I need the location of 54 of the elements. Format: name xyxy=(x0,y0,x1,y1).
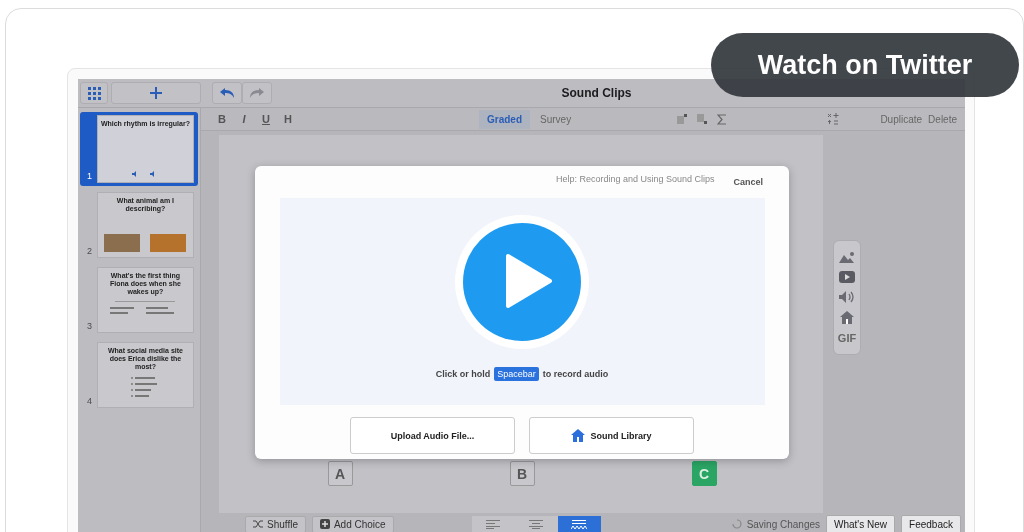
undo-button[interactable] xyxy=(212,82,242,104)
spinner-icon xyxy=(731,519,742,529)
add-choice-button[interactable]: Add Choice xyxy=(311,515,394,532)
image-icon[interactable] xyxy=(839,251,855,263)
sigma-icon[interactable] xyxy=(717,113,728,125)
heading-button[interactable]: H xyxy=(277,113,299,125)
cancel-button[interactable]: Cancel xyxy=(733,174,763,190)
slide-number: 1 xyxy=(85,171,93,183)
watch-on-twitter-button[interactable]: Watch on Twitter xyxy=(711,33,1019,97)
grid-menu-icon[interactable] xyxy=(87,86,101,100)
underline-button[interactable]: U xyxy=(255,113,277,125)
shuffle-button[interactable]: Shuffle xyxy=(245,515,306,532)
help-link[interactable]: Help: Recording and Using Sound Clips xyxy=(555,174,715,190)
prompt-text: Click or hold xyxy=(435,369,491,379)
bold-button[interactable]: B xyxy=(211,113,233,125)
slide-number: 3 xyxy=(85,321,93,333)
spacebar-key: Spacebar xyxy=(494,367,539,381)
grid-button[interactable] xyxy=(80,82,108,104)
block-bottom-icon[interactable] xyxy=(697,114,708,124)
prompt-text: to record audio xyxy=(542,369,609,379)
footer-button[interactable]: What's New xyxy=(826,514,896,532)
choice-label[interactable]: B xyxy=(509,461,535,486)
gif-button[interactable]: GIF xyxy=(837,332,857,344)
redo-button[interactable] xyxy=(242,82,272,104)
speaker-icon[interactable] xyxy=(839,291,855,303)
play-button-icon[interactable] xyxy=(454,214,590,350)
block-top-icon[interactable] xyxy=(677,114,688,124)
align-left-icon xyxy=(486,519,501,529)
undo-icon[interactable] xyxy=(220,88,234,98)
photo-placeholder xyxy=(104,234,141,252)
shuffle-icon xyxy=(253,520,263,528)
add-slide-button[interactable] xyxy=(111,82,201,104)
photo-placeholder xyxy=(150,234,187,252)
house-icon[interactable] xyxy=(840,311,854,324)
choice-label[interactable]: A xyxy=(327,461,353,486)
grid-layout-icon xyxy=(571,519,588,529)
slide-number: 4 xyxy=(85,396,93,408)
answer-line xyxy=(115,301,176,302)
footer-button[interactable]: Feedback xyxy=(901,514,961,532)
upload-audio-button[interactable]: Upload Audio File... xyxy=(350,417,515,454)
record-area[interactable]: Click or hold Spacebar to record audio xyxy=(279,198,765,405)
align-center-icon xyxy=(529,519,544,529)
slide-number: 2 xyxy=(85,246,93,258)
redo-icon[interactable] xyxy=(250,88,264,98)
math-operators-icon[interactable] xyxy=(827,113,840,125)
house-icon[interactable] xyxy=(571,429,586,442)
video-icon[interactable] xyxy=(839,271,855,283)
italic-button[interactable]: I xyxy=(233,113,255,125)
add-icon[interactable] xyxy=(150,87,162,99)
add-icon xyxy=(319,519,330,529)
saving-status: Saving Changes xyxy=(746,518,821,530)
app-title: Sound Clips xyxy=(560,86,633,100)
sound-library-button[interactable]: Sound Library xyxy=(529,417,694,454)
alignment-button[interactable] xyxy=(557,515,601,532)
